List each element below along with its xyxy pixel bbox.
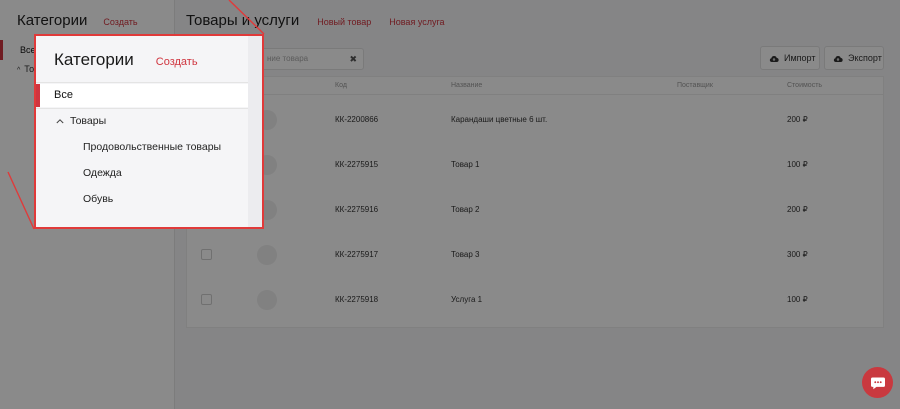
zoomed-item-shoes[interactable]: Обувь [83, 193, 113, 205]
chat-icon [870, 376, 886, 390]
zoomed-item-goods-label: Товары [70, 115, 107, 127]
zoomed-item-clothing[interactable]: Одежда [83, 167, 122, 179]
zoomed-item-food[interactable]: Продовольственные товары [83, 141, 221, 153]
chat-button[interactable] [862, 367, 893, 398]
zoomed-item-all[interactable]: Все [36, 84, 248, 107]
zoomed-panel-header: Категории Создать [54, 50, 198, 70]
chevron-up-icon [56, 118, 64, 124]
zoomed-scrollbar[interactable] [248, 36, 262, 227]
divider [36, 108, 248, 109]
zoomed-panel-title: Категории [54, 50, 134, 69]
zoomed-panel-body: Категории Создать Все Товары Продовольст… [36, 36, 248, 227]
zoomed-category-panel: Категории Создать Все Товары Продовольст… [34, 34, 264, 229]
zoomed-item-goods[interactable]: Товары [56, 115, 106, 127]
divider [36, 82, 248, 83]
zoomed-create-link[interactable]: Создать [156, 56, 198, 68]
